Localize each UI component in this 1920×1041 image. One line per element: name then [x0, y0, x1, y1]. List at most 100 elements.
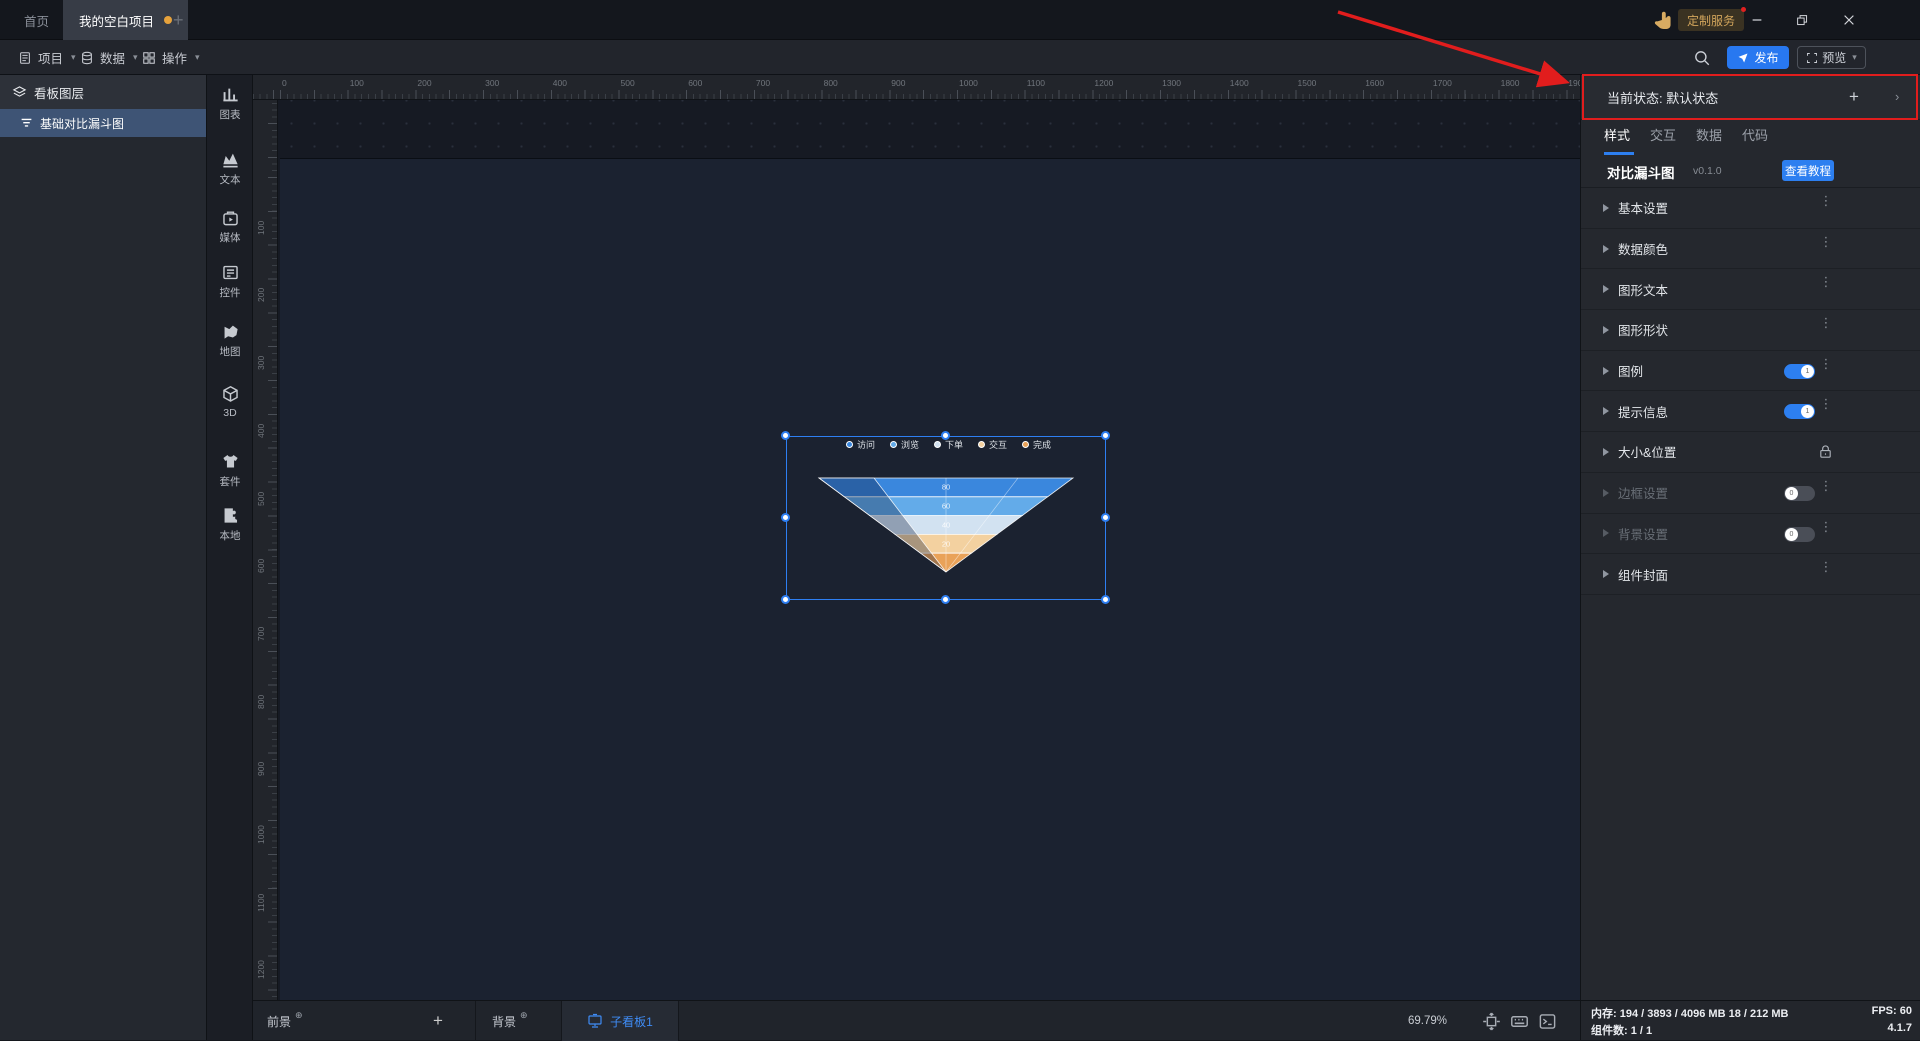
keyboard-shortcuts-icon[interactable]: [1509, 1012, 1528, 1031]
add-foreground-icon[interactable]: ⊕: [295, 1010, 303, 1021]
state-expand-chevron[interactable]: ›: [1895, 89, 1899, 104]
section-toggle[interactable]: 0: [1784, 526, 1815, 542]
console-icon[interactable]: [1538, 1012, 1557, 1031]
expand-arrow-icon: [1603, 366, 1609, 375]
components-label: 组件数:: [1591, 1025, 1628, 1037]
selection-handle[interactable]: [1101, 431, 1110, 440]
zoom-value: 69.79%: [1408, 1015, 1448, 1027]
selection-handle[interactable]: [941, 431, 950, 440]
section-组件封面[interactable]: 组件封面 ⋮: [1581, 554, 1920, 595]
section-背景设置[interactable]: 背景设置 0 ⋮: [1581, 514, 1920, 555]
section-label: 提示信息: [1618, 405, 1669, 420]
section-基本设置[interactable]: 基本设置 ⋮: [1581, 188, 1920, 229]
lock-icon[interactable]: [1818, 443, 1833, 461]
section-menu-icon[interactable]: ⋮: [1819, 520, 1833, 544]
background-label: 背景: [492, 1014, 517, 1029]
toolbar-item-label: 媒体: [219, 232, 241, 244]
h-ruler-label: 600: [688, 78, 703, 88]
v-ruler-label: 400: [256, 423, 266, 438]
tutorial-button[interactable]: 查看教程: [1782, 160, 1834, 181]
toolbar-item-文本[interactable]: 文本: [207, 150, 253, 187]
section-toggle[interactable]: 0: [1784, 485, 1815, 501]
toolbar-item-媒体[interactable]: 媒体: [207, 208, 253, 245]
selection-handle[interactable]: [781, 431, 790, 440]
toolbar-item-图表[interactable]: 图表: [207, 85, 253, 122]
h-ruler-label: 1800: [1500, 78, 1520, 88]
selection-handle[interactable]: [1101, 595, 1110, 604]
section-menu-icon[interactable]: ⋮: [1819, 194, 1833, 218]
section-menu-icon[interactable]: ⋮: [1819, 479, 1833, 503]
preview-label: 预览: [1822, 51, 1847, 65]
zoom-level[interactable]: 69.79%: [1408, 1001, 1447, 1041]
toolbar-item-地图[interactable]: 地图: [207, 322, 253, 359]
layers-panel-header: 看板图层: [0, 75, 206, 109]
expand-arrow-icon: [1603, 285, 1609, 294]
fit-view-icon[interactable]: [1482, 1012, 1501, 1031]
section-menu-icon[interactable]: ⋮: [1819, 275, 1833, 299]
search-icon[interactable]: [1693, 49, 1711, 67]
preview-button[interactable]: 预览 ▾: [1797, 46, 1866, 69]
media-icon: [221, 208, 240, 227]
minimize-button[interactable]: [1737, 0, 1777, 40]
add-state-button[interactable]: +: [1849, 87, 1859, 107]
funnel-chart-component[interactable]: 访问 浏览 下单 交互 完成 80 60 40 20: [781, 431, 1110, 604]
toolbar-item-本地[interactable]: 本地: [207, 506, 253, 543]
h-ruler-label: 500: [620, 78, 635, 88]
inspector-tab-交互[interactable]: 交互: [1650, 125, 1676, 155]
h-ruler-label: 1300: [1162, 78, 1182, 88]
publish-button[interactable]: 发布: [1727, 46, 1789, 69]
expand-arrow-icon: [1603, 488, 1609, 497]
subboard-label: 子看板1: [610, 1014, 653, 1029]
expand-arrow-icon: [1603, 203, 1609, 212]
menu-actions[interactable]: 操作 ▾: [132, 40, 210, 75]
foreground-tab[interactable]: 前景 ⊕: [267, 1001, 303, 1041]
inspector-tab-样式[interactable]: 样式: [1604, 125, 1630, 155]
inspector-tab-数据[interactable]: 数据: [1696, 125, 1722, 155]
section-menu-icon[interactable]: ⋮: [1819, 235, 1833, 259]
section-提示信息[interactable]: 提示信息 1 ⋮: [1581, 391, 1920, 433]
section-toggle[interactable]: 1: [1784, 363, 1815, 379]
selection-handle[interactable]: [1101, 513, 1110, 522]
background-tab[interactable]: 背景 ⊕: [475, 1001, 528, 1041]
new-tab-button[interactable]: +: [163, 0, 194, 40]
v-ruler-label: 800: [256, 694, 266, 709]
h-ruler-label: 1200: [1094, 78, 1114, 88]
close-button[interactable]: [1829, 0, 1869, 40]
section-label: 背景设置: [1618, 527, 1669, 542]
section-menu-icon[interactable]: ⋮: [1819, 357, 1833, 381]
section-数据颜色[interactable]: 数据颜色 ⋮: [1581, 229, 1920, 270]
section-图形文本[interactable]: 图形文本 ⋮: [1581, 269, 1920, 311]
widget-icon: [221, 263, 240, 282]
add-subboard-button[interactable]: +: [433, 1001, 443, 1041]
selection-border: [786, 436, 1106, 600]
app-tab-0[interactable]: 首页: [8, 0, 65, 40]
section-menu-icon[interactable]: ⋮: [1819, 397, 1833, 421]
subboard-tab[interactable]: 子看板1: [561, 1001, 679, 1041]
restore-button[interactable]: [1782, 0, 1822, 40]
section-图形形状[interactable]: 图形形状 ⋮: [1581, 310, 1920, 351]
status-bar: 内存: 194 / 3893 / 4096 MB 18 / 212 MB FPS…: [1580, 1000, 1920, 1040]
inspector-tab-代码[interactable]: 代码: [1742, 125, 1768, 155]
selection-handle[interactable]: [781, 595, 790, 604]
vertical-ruler: 100 200 300 400 500 600 700 800 900 1000 1100 1200: [253, 100, 278, 1000]
selection-handle[interactable]: [781, 513, 790, 522]
canvas[interactable]: 访问 浏览 下单 交互 完成 80 60 40 20: [278, 100, 1580, 1000]
layer-item[interactable]: 基础对比漏斗图: [0, 109, 206, 137]
add-background-icon[interactable]: ⊕: [520, 1010, 528, 1021]
toolbar-item-3D[interactable]: 3D: [207, 385, 253, 419]
section-边框设置[interactable]: 边框设置 0 ⋮: [1581, 473, 1920, 514]
section-menu-icon[interactable]: ⋮: [1819, 316, 1833, 340]
current-state-label: 当前状态: 默认状态: [1607, 90, 1719, 106]
current-state-bar[interactable]: 当前状态: 默认状态 + ›: [1581, 75, 1920, 120]
section-toggle[interactable]: 1: [1784, 404, 1815, 420]
kit-icon: [221, 452, 240, 471]
section-label: 大小&位置: [1618, 446, 1677, 461]
custom-service-badge[interactable]: 定制服务: [1678, 7, 1747, 31]
section-大小&位置[interactable]: 大小&位置: [1581, 432, 1920, 473]
h-ruler-label: 700: [755, 78, 771, 88]
section-menu-icon[interactable]: ⋮: [1819, 560, 1833, 584]
selection-handle[interactable]: [941, 595, 950, 604]
toolbar-item-控件[interactable]: 控件: [207, 263, 253, 300]
toolbar-item-套件[interactable]: 套件: [207, 452, 253, 489]
section-图例[interactable]: 图例 1 ⋮: [1581, 351, 1920, 392]
